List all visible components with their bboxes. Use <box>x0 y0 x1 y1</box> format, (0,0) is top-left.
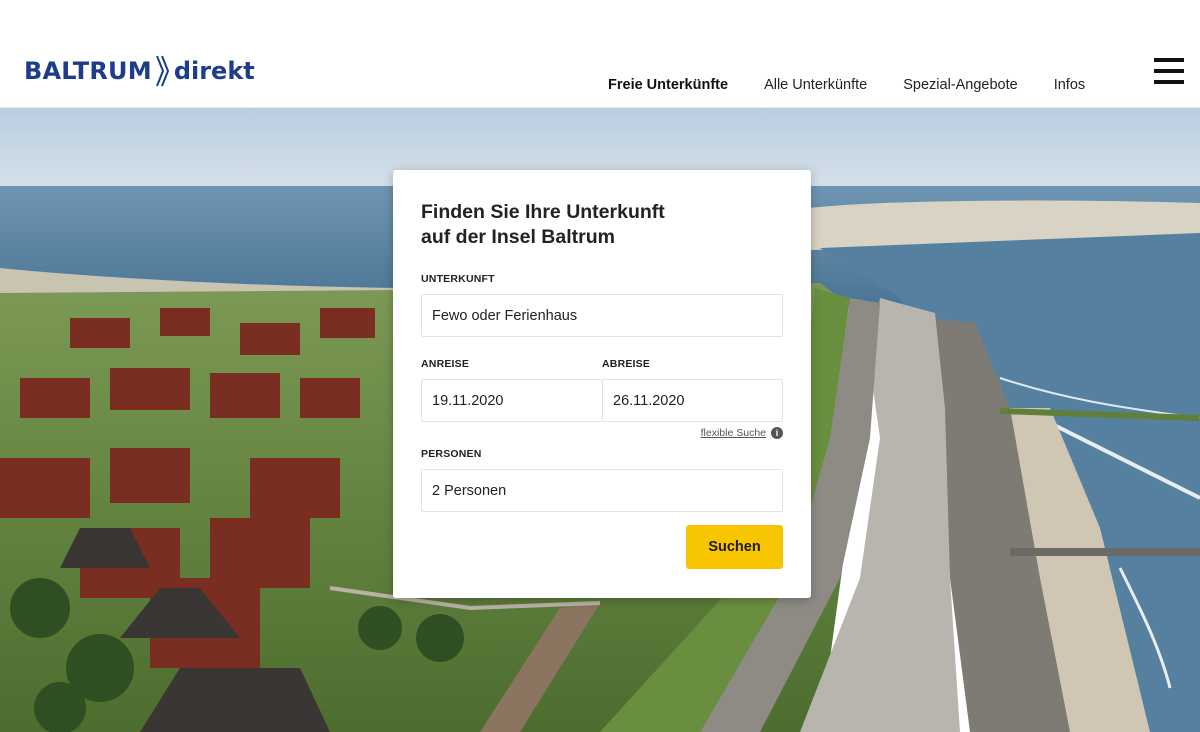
search-title-line1: Finden Sie Ihre Unterkunft <box>421 201 665 223</box>
arrival-date-field[interactable]: 19.11.2020 <box>421 379 602 422</box>
info-icon[interactable]: i <box>771 427 783 439</box>
nav-item-alle-unterkuenfte[interactable]: Alle Unterkünfte <box>746 62 885 110</box>
flexible-search-row: flexible Suche i <box>421 427 783 439</box>
brand-logo[interactable]: BALTRUM direkt <box>24 52 255 90</box>
search-title-line2: auf der Insel Baltrum <box>421 226 615 248</box>
persons-select[interactable]: 2 Personen <box>421 469 783 512</box>
site-header: BALTRUM direkt Freie Unterkünfte Alle Un… <box>0 0 1200 112</box>
search-title: Finden Sie Ihre Unterkunft auf der Insel… <box>421 200 681 250</box>
main-nav: Freie Unterkünfte Alle Unterkünfte Spezi… <box>590 62 1103 112</box>
hamburger-icon[interactable] <box>1154 58 1184 84</box>
flexible-search-link[interactable]: flexible Suche <box>701 427 766 439</box>
persons-label: PERSONEN <box>421 448 482 460</box>
nav-item-spezial-angebote[interactable]: Spezial-Angebote <box>885 62 1035 110</box>
persons-value: 2 Personen <box>432 482 507 499</box>
departure-date-field[interactable]: 26.11.2020 <box>602 379 783 422</box>
logo-text-baltrum: BALTRUM <box>24 57 152 85</box>
hamburger-bar <box>1154 80 1184 84</box>
accommodation-value: Fewo oder Ferienhaus <box>432 307 578 324</box>
hamburger-bar <box>1154 58 1184 62</box>
logo-text-direkt: direkt <box>173 57 255 85</box>
nav-item-infos[interactable]: Infos <box>1036 62 1103 110</box>
arrival-label: ANREISE <box>421 358 470 370</box>
search-card: Finden Sie Ihre Unterkunft auf der Insel… <box>393 170 811 598</box>
accommodation-label: UNTERKUNFT <box>421 273 495 285</box>
nav-item-freie-unterkuenfte[interactable]: Freie Unterkünfte <box>590 62 747 112</box>
arrival-date-value: 19.11.2020 <box>432 392 504 409</box>
departure-label: ABREISE <box>602 358 651 370</box>
search-button[interactable]: Suchen <box>686 525 783 569</box>
departure-date-value: 26.11.2020 <box>613 392 685 409</box>
accommodation-select[interactable]: Fewo oder Ferienhaus <box>421 294 783 337</box>
hamburger-bar <box>1154 69 1184 73</box>
logo-chevron-icon <box>155 55 169 87</box>
